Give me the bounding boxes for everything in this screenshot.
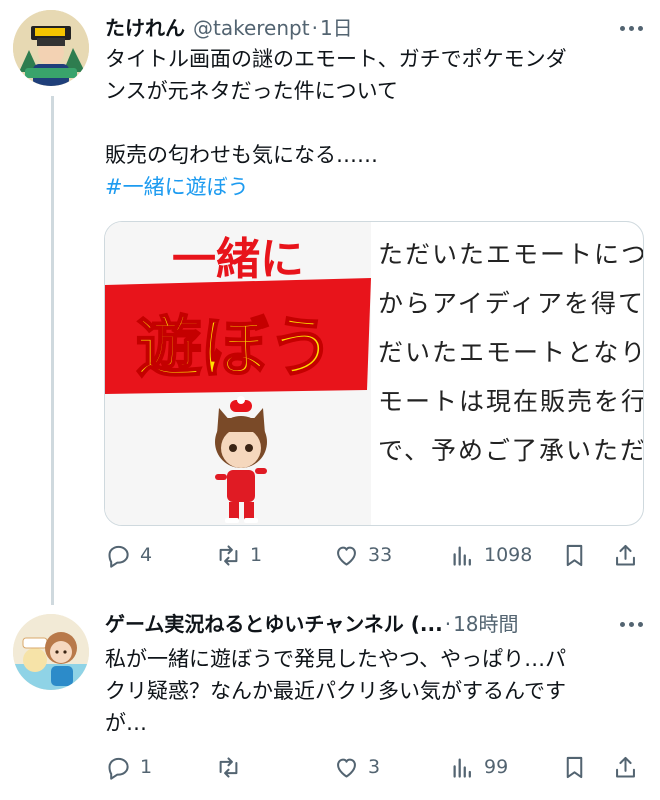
separator-dot: · xyxy=(444,612,452,636)
like-icon xyxy=(337,758,356,778)
tweet-header: たけれん @takerenpt · 1日 xyxy=(105,12,353,41)
views-count: 1098 xyxy=(484,544,533,566)
media-card[interactable]: 一緒に 遊ぼう ただいたエモートにつき からアイディアを得て本 だいたエモートと… xyxy=(104,221,644,526)
action-bar: 1 3 99 xyxy=(105,747,645,787)
like-icon xyxy=(337,546,356,566)
retweet-icon xyxy=(219,544,238,566)
card-thumbnail: 一緒に 遊ぼう xyxy=(105,222,371,525)
avatar[interactable] xyxy=(13,614,89,690)
card-text-line: モートは現在販売を行っ xyxy=(378,387,643,416)
like-count: 3 xyxy=(368,756,381,778)
thread-connector-line xyxy=(51,96,54,605)
views-button[interactable]: 1098 xyxy=(449,535,532,575)
card-text-line: で、予めご了承いただき xyxy=(378,436,643,465)
timestamp[interactable]: 1日 xyxy=(320,12,353,41)
bookmark-button[interactable] xyxy=(561,747,588,787)
hashtag-link[interactable]: #一緒に遊ぼう xyxy=(105,171,640,203)
retweet-icon xyxy=(219,756,238,778)
views-button[interactable]: 99 xyxy=(449,747,508,787)
like-button[interactable]: 3 xyxy=(333,747,380,787)
display-name[interactable]: ゲーム実況ねるとゆいチャンネル (... xyxy=(105,608,443,637)
more-icon[interactable] xyxy=(616,13,646,43)
bookmark-icon xyxy=(566,544,583,566)
share-button[interactable] xyxy=(612,535,639,575)
card-text-line: だいたエモートとなりま xyxy=(378,338,643,367)
tweet-header: ゲーム実況ねるとゆいチャンネル (... · 18時間 xyxy=(105,608,519,637)
card-text-line: ただいたエモートにつき xyxy=(378,240,643,269)
reply-count: 4 xyxy=(140,544,153,566)
like-count: 33 xyxy=(368,544,393,566)
reply-button[interactable]: 4 xyxy=(105,535,152,575)
action-bar: 4 1 33 1098 xyxy=(105,535,645,575)
tweet-text: 私が一緒に遊ぼうで発見したやつ、やっぱり…パ クリ疑惑？なんか最近パクリ多い気が… xyxy=(105,643,640,739)
retweet-button[interactable] xyxy=(215,747,250,787)
reply-count: 1 xyxy=(140,756,153,778)
bookmark-button[interactable] xyxy=(561,535,588,575)
retweet-button[interactable]: 1 xyxy=(215,535,262,575)
reply-icon xyxy=(108,757,129,780)
views-count: 99 xyxy=(484,756,509,778)
card-title-text: 一緒に xyxy=(172,234,304,285)
share-button[interactable] xyxy=(612,747,639,787)
views-icon xyxy=(453,758,471,778)
card-text-line: からアイディアを得て本 xyxy=(378,289,644,318)
like-button[interactable]: 33 xyxy=(333,535,392,575)
timestamp[interactable]: 18時間 xyxy=(453,608,518,637)
reply-icon xyxy=(108,545,129,568)
tweet-text-line: ンスが元ネタだった件について xyxy=(105,79,398,103)
views-icon xyxy=(453,546,471,566)
bookmark-icon xyxy=(566,756,583,778)
tweet-text-line: が… xyxy=(105,711,147,735)
tweet-text-line: クリ疑惑？なんか最近パクリ多い気がするんです xyxy=(105,679,566,703)
tweet-text: タイトル画面の謎のエモート、ガチでポケモンダ ンスが元ネタだった件について 販売… xyxy=(105,43,640,203)
tweet-text-line: 私が一緒に遊ぼうで発見したやつ、やっぱり…パ xyxy=(105,647,567,671)
share-icon xyxy=(616,756,635,778)
retweet-count: 1 xyxy=(250,544,263,566)
more-icon[interactable] xyxy=(616,609,646,639)
display-name[interactable]: たけれん xyxy=(105,12,185,41)
card-title-text: 遊ぼう xyxy=(136,309,334,386)
avatar[interactable] xyxy=(13,10,89,86)
tweet-text-line: タイトル画面の謎のエモート、ガチでポケモンダ xyxy=(105,47,567,71)
tweet-text-line: 販売の匂わせも気になる…… xyxy=(105,143,378,167)
reply-button[interactable]: 1 xyxy=(105,747,152,787)
share-icon xyxy=(616,544,635,566)
user-handle[interactable]: @takerenpt xyxy=(193,16,310,40)
tweet-text-line xyxy=(105,107,640,139)
card-text: ただいたエモートにつき からアイディアを得て本 だいたエモートとなりま モートは… xyxy=(378,230,644,475)
separator-dot: · xyxy=(311,16,318,40)
